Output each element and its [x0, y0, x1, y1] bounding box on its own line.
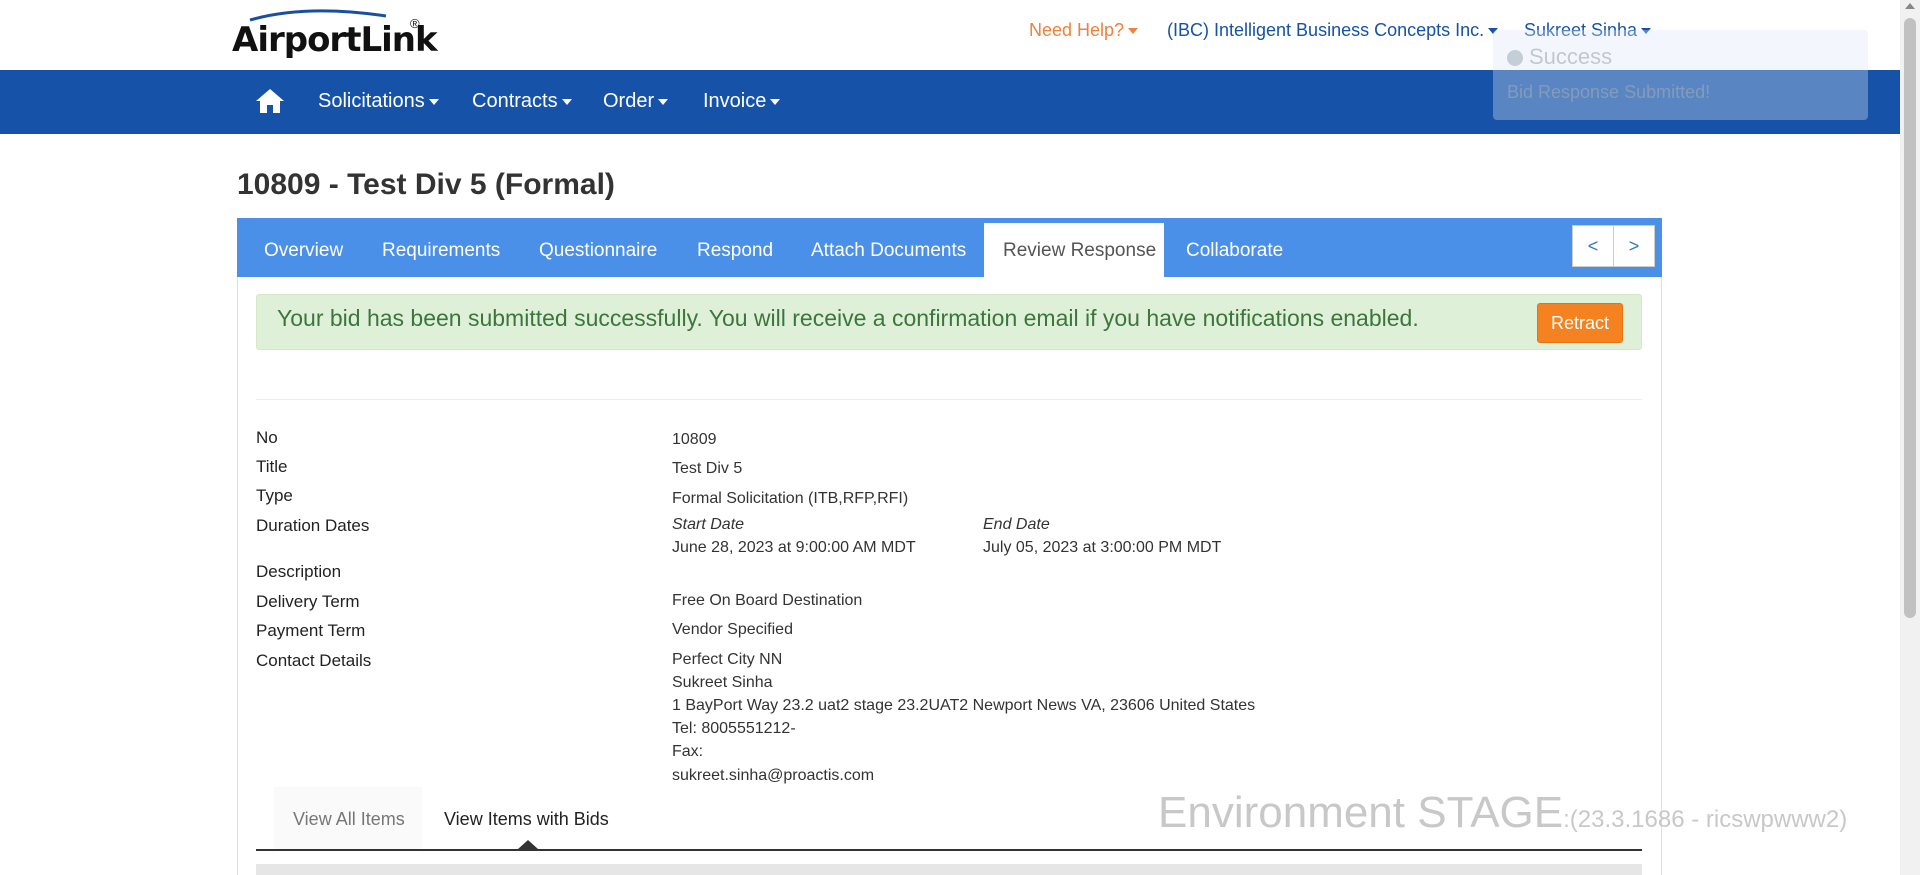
company-label: (IBC) Intelligent Business Concepts Inc. — [1167, 20, 1485, 40]
title-value: Test Div 5 — [672, 460, 743, 477]
environment-version: :(23.3.1686 - ricswpwww2) — [1563, 806, 1848, 833]
tab-review-response-label: Review Response — [1003, 240, 1157, 261]
view-all-items-tab[interactable]: View All Items — [293, 809, 405, 830]
description-label: Description — [256, 562, 342, 581]
scrollbar-thumb[interactable] — [1904, 18, 1916, 618]
end-date-value: July 05, 2023 at 3:00:00 PM MDT — [983, 539, 1222, 556]
nav-order[interactable]: Order — [603, 90, 669, 113]
retract-button[interactable]: Retract — [1537, 303, 1623, 343]
page-scrollbar[interactable] — [1900, 0, 1920, 875]
nav-contracts-label: Contracts — [472, 90, 558, 112]
subtab-underline — [256, 849, 1642, 851]
next-button[interactable]: > — [1613, 225, 1655, 267]
nav-invoice[interactable]: Invoice — [703, 90, 781, 113]
chevron-down-icon — [561, 98, 572, 105]
nav-contracts[interactable]: Contracts — [472, 90, 572, 113]
no-value: 10809 — [672, 431, 717, 448]
airportlink-logo[interactable]: AirportLink ® — [232, 8, 438, 64]
tab-attach-documents[interactable]: Attach Documents — [811, 240, 966, 262]
delivery-term-label: Delivery Term — [256, 592, 360, 611]
end-date-label: End Date — [983, 516, 1050, 533]
duration-label: Duration Dates — [256, 516, 370, 535]
environment-watermark: Environment STAGE:(23.3.1686 - ricswpwww… — [1158, 788, 1847, 838]
chevron-down-icon — [658, 98, 669, 105]
title-label: Title — [256, 457, 288, 476]
contact-line: Sukreet Sinha — [672, 674, 773, 691]
contact-email[interactable]: sukreet.sinha@proactis.com — [672, 767, 874, 785]
payment-term-value: Vendor Specified — [672, 621, 793, 638]
logo-text: AirportLink — [232, 20, 438, 60]
toast-message: Bid Response Submitted! — [1507, 82, 1711, 102]
success-toast[interactable]: Success Bid Response Submitted! — [1493, 30, 1868, 120]
contact-line: Tel: 8005551212- — [672, 720, 796, 737]
check-circle-icon — [1507, 50, 1523, 67]
start-date-label: Start Date — [672, 516, 745, 533]
contact-details-label: Contact Details — [256, 651, 372, 670]
nav-solicitations[interactable]: Solicitations — [318, 90, 439, 113]
need-help-label: Need Help? — [1029, 20, 1125, 40]
payment-term-label: Payment Term — [256, 621, 366, 640]
no-label: No — [256, 428, 278, 447]
page-title: 10809 - Test Div 5 (Formal) — [237, 168, 615, 201]
company-menu[interactable]: (IBC) Intelligent Business Concepts Inc. — [1167, 20, 1499, 41]
toast-title: Success — [1507, 44, 1612, 70]
alert-text: Your bid has been submitted successfully… — [277, 305, 1419, 331]
review-response-panel — [237, 277, 1662, 875]
contact-line: Fax: — [672, 743, 704, 760]
view-items-with-bids-tab[interactable]: View Items with Bids — [444, 809, 609, 830]
items-table-header — [256, 864, 1642, 875]
environment-label: Environment STAGE — [1158, 788, 1564, 837]
previous-button[interactable]: < — [1572, 225, 1614, 267]
start-date-value: June 28, 2023 at 9:00:00 AM MDT — [672, 539, 916, 556]
delivery-term-value: Free On Board Destination — [672, 592, 863, 609]
logo-registered-mark: ® — [410, 16, 420, 31]
tab-collaborate[interactable]: Collaborate — [1186, 240, 1283, 262]
nav-invoice-label: Invoice — [703, 90, 767, 112]
chevron-down-icon — [1128, 28, 1139, 35]
tab-requirements[interactable]: Requirements — [382, 240, 500, 262]
home-button[interactable] — [255, 88, 285, 114]
active-tab-indicator-icon — [518, 840, 538, 849]
tab-respond[interactable]: Respond — [697, 240, 773, 262]
bid-submitted-alert: Your bid has been submitted successfully… — [256, 294, 1642, 350]
contact-line: Perfect City NN — [672, 651, 783, 668]
need-help-menu[interactable]: Need Help? — [1029, 20, 1139, 41]
tab-review-response[interactable]: Review Response — [984, 223, 1164, 277]
contact-line: 1 BayPort Way 23.2 uat2 stage 23.2UAT2 N… — [672, 697, 1256, 714]
divider — [256, 399, 1642, 400]
type-label: Type — [256, 486, 293, 505]
scroll-up-icon[interactable] — [1905, 3, 1915, 9]
nav-order-label: Order — [603, 90, 655, 112]
tab-overview[interactable]: Overview — [264, 240, 343, 262]
solicitation-tabs: Overview Requirements Questionnaire Resp… — [237, 218, 1662, 277]
toast-title-text: Success — [1529, 44, 1613, 69]
nav-solicitations-label: Solicitations — [318, 90, 425, 112]
home-icon — [256, 89, 284, 113]
chevron-down-icon — [770, 98, 781, 105]
type-value: Formal Solicitation (ITB,RFP,RFI) — [672, 490, 909, 507]
tab-questionnaire[interactable]: Questionnaire — [539, 240, 657, 262]
chevron-down-icon — [428, 98, 439, 105]
